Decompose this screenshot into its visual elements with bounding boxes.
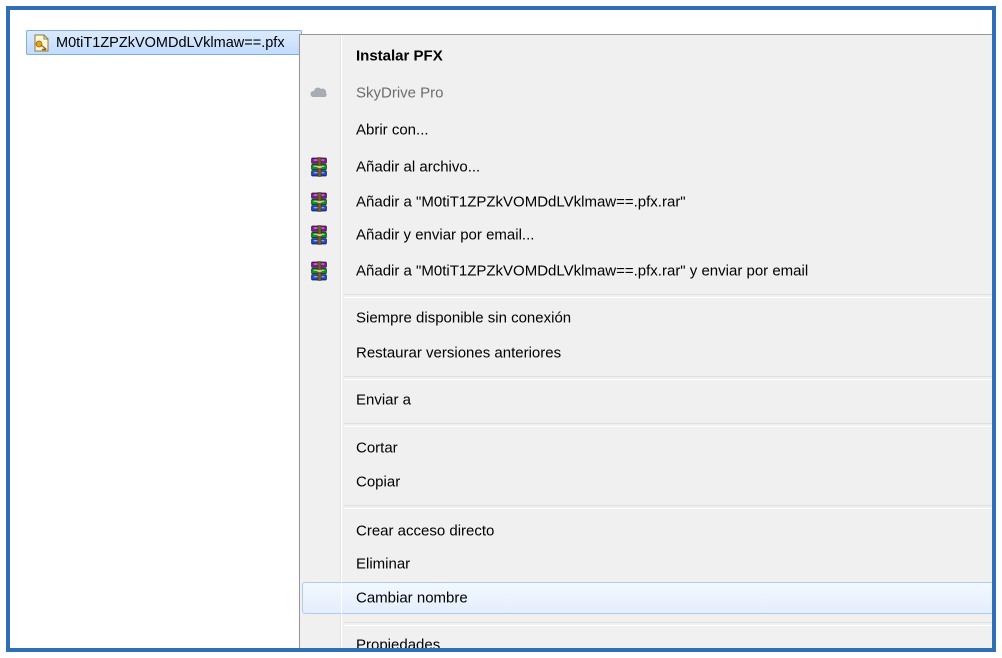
menu-separator bbox=[344, 376, 992, 380]
submenu-arrow-icon bbox=[994, 88, 996, 98]
menu-item-label: SkyDrive Pro bbox=[356, 84, 444, 102]
menu-item-label: Añadir a "M0tiT1ZPZkVOMDdLVklmaw==.pfx.r… bbox=[356, 262, 809, 280]
menu-item-label: Eliminar bbox=[356, 555, 411, 573]
menu-item-label: Siempre disponible sin conexión bbox=[356, 309, 572, 327]
menu-item-cut[interactable]: Cortar bbox=[302, 432, 992, 464]
menu-item-label: Copiar bbox=[356, 473, 401, 491]
menu-item-open-with[interactable]: Abrir con... bbox=[302, 114, 992, 146]
winrar-icon bbox=[311, 192, 327, 212]
winrar-icon bbox=[311, 225, 327, 245]
menu-item-label: Crear acceso directo bbox=[356, 522, 495, 540]
menu-item-send-to[interactable]: Enviar a bbox=[302, 384, 996, 416]
menu-item-label: Instalar PFX bbox=[356, 47, 443, 65]
file-name: M0tiT1ZPZkVOMDdLVklmaw==.pfx bbox=[56, 34, 285, 51]
menu-item-always-offline[interactable]: Siempre disponible sin conexión bbox=[302, 302, 992, 334]
menu-item-label: Añadir a "M0tiT1ZPZkVOMDdLVklmaw==.pfx.r… bbox=[356, 193, 686, 211]
menu-item-skydrive-pro[interactable]: SkyDrive Pro bbox=[302, 77, 996, 109]
menu-item-label: Cambiar nombre bbox=[356, 589, 468, 607]
menu-item-add-and-email[interactable]: Añadir y enviar por email... bbox=[302, 219, 992, 251]
menu-item-label: Abrir con... bbox=[356, 121, 429, 139]
menu-item-add-to-rar-and-email[interactable]: Añadir a "M0tiT1ZPZkVOMDdLVklmaw==.pfx.r… bbox=[302, 255, 992, 287]
winrar-icon bbox=[311, 157, 327, 177]
menu-item-restore-versions[interactable]: Restaurar versiones anteriores bbox=[302, 337, 992, 369]
certificate-file-icon bbox=[34, 34, 49, 51]
selected-file-item[interactable]: M0tiT1ZPZkVOMDdLVklmaw==.pfx bbox=[26, 30, 302, 55]
menu-item-create-shortcut[interactable]: Crear acceso directo bbox=[302, 515, 992, 547]
menu-separator bbox=[344, 294, 992, 298]
menu-item-label: Propiedades bbox=[356, 636, 441, 652]
menu-item-label: Restaurar versiones anteriores bbox=[356, 344, 562, 362]
context-menu: Instalar PFX SkyDrive Pro Abrir con... A… bbox=[299, 34, 996, 652]
menu-separator bbox=[344, 505, 992, 509]
menu-item-add-to-rar[interactable]: Añadir a "M0tiT1ZPZkVOMDdLVklmaw==.pfx.r… bbox=[302, 186, 992, 218]
menu-item-label: Añadir al archivo... bbox=[356, 158, 481, 176]
menu-separator bbox=[344, 622, 992, 626]
menu-item-copy[interactable]: Copiar bbox=[302, 466, 992, 498]
cloud-icon bbox=[310, 87, 327, 97]
menu-item-delete[interactable]: Eliminar bbox=[302, 548, 992, 580]
menu-item-label: Cortar bbox=[356, 439, 398, 457]
submenu-arrow-icon bbox=[994, 395, 996, 405]
explorer-window: M0tiT1ZPZkVOMDdLVklmaw==.pfx Instalar PF… bbox=[6, 6, 996, 652]
menu-item-properties[interactable]: Propiedades bbox=[302, 629, 992, 652]
menu-separator bbox=[344, 423, 992, 427]
menu-item-rename[interactable]: Cambiar nombre bbox=[302, 582, 992, 614]
menu-item-add-to-archive[interactable]: Añadir al archivo... bbox=[302, 151, 992, 183]
menu-item-label: Añadir y enviar por email... bbox=[356, 226, 535, 244]
menu-item-install-pfx[interactable]: Instalar PFX bbox=[302, 40, 992, 72]
menu-item-label: Enviar a bbox=[356, 391, 412, 409]
winrar-icon bbox=[311, 261, 327, 281]
